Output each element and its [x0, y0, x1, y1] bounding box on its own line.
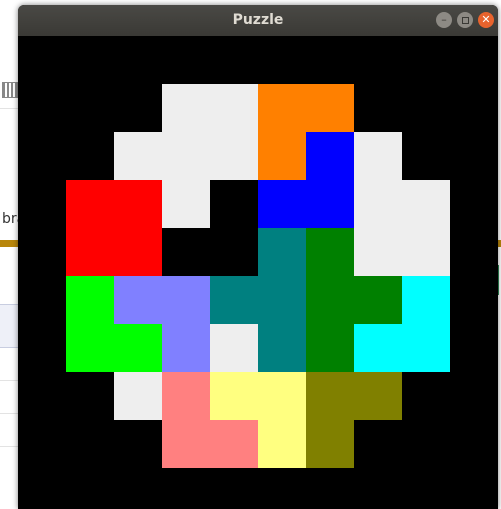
puzzle-cell-green[interactable]	[306, 228, 354, 276]
puzzle-cell-white[interactable]	[354, 132, 402, 180]
puzzle-cell-cyan[interactable]	[402, 276, 450, 324]
puzzle-cell-orange[interactable]	[258, 132, 306, 180]
puzzle-cell-pink[interactable]	[162, 420, 210, 468]
puzzle-cell-blue[interactable]	[258, 180, 306, 228]
puzzle-cell-lime[interactable]	[66, 324, 114, 372]
puzzle-cell-white[interactable]	[162, 84, 210, 132]
puzzle-cell-teal[interactable]	[258, 228, 306, 276]
background-progress-bar	[0, 240, 18, 247]
puzzle-cell-periwinkle[interactable]	[114, 276, 162, 324]
puzzle-cell-white[interactable]	[114, 132, 162, 180]
puzzle-cell-orange[interactable]	[306, 84, 354, 132]
divider	[0, 413, 18, 414]
puzzle-cell-white[interactable]	[210, 84, 258, 132]
puzzle-cell-teal[interactable]	[258, 276, 306, 324]
puzzle-cell-red[interactable]	[66, 180, 114, 228]
close-icon: ✕	[481, 13, 491, 26]
puzzle-cell-pink[interactable]	[210, 420, 258, 468]
background-selected-row	[0, 304, 18, 348]
puzzle-cell-lime[interactable]	[66, 276, 114, 324]
puzzle-window: Puzzle – ✕	[18, 5, 498, 509]
puzzle-cell-red[interactable]	[114, 180, 162, 228]
maximize-button[interactable]	[457, 12, 473, 28]
puzzle-cell-teal[interactable]	[258, 324, 306, 372]
puzzle-board[interactable]	[18, 36, 498, 509]
puzzle-cell-white[interactable]	[402, 180, 450, 228]
puzzle-cell-blue[interactable]	[306, 180, 354, 228]
toolbar-icon	[2, 82, 18, 98]
puzzle-cell-green[interactable]	[306, 276, 354, 324]
window-title: Puzzle	[232, 12, 284, 28]
divider	[0, 446, 18, 447]
puzzle-cell-red[interactable]	[114, 228, 162, 276]
divider	[0, 108, 18, 109]
puzzle-cell-white[interactable]	[162, 180, 210, 228]
puzzle-cell-pink[interactable]	[162, 372, 210, 420]
close-button[interactable]: ✕	[478, 12, 494, 28]
puzzle-cell-periwinkle[interactable]	[162, 324, 210, 372]
puzzle-cell-olive[interactable]	[306, 372, 354, 420]
puzzle-cell-white[interactable]	[354, 180, 402, 228]
puzzle-cell-lime[interactable]	[114, 324, 162, 372]
puzzle-cell-yellow[interactable]	[258, 420, 306, 468]
maximize-icon	[461, 16, 469, 24]
puzzle-cell-white[interactable]	[354, 228, 402, 276]
puzzle-cell-white[interactable]	[210, 324, 258, 372]
puzzle-cell-cyan[interactable]	[354, 324, 402, 372]
puzzle-cell-white[interactable]	[162, 132, 210, 180]
puzzle-cell-red[interactable]	[66, 228, 114, 276]
minimize-button[interactable]: –	[436, 12, 452, 28]
puzzle-cell-cyan[interactable]	[402, 324, 450, 372]
puzzle-cell-green[interactable]	[354, 276, 402, 324]
puzzle-cell-periwinkle[interactable]	[162, 276, 210, 324]
puzzle-cell-white[interactable]	[402, 228, 450, 276]
puzzle-cell-green[interactable]	[306, 324, 354, 372]
minimize-icon: –	[441, 13, 447, 26]
divider	[0, 380, 18, 381]
titlebar[interactable]: Puzzle – ✕	[18, 5, 498, 36]
puzzle-cell-teal[interactable]	[210, 276, 258, 324]
puzzle-cell-white[interactable]	[210, 132, 258, 180]
puzzle-cell-olive[interactable]	[306, 420, 354, 468]
puzzle-cell-white[interactable]	[114, 372, 162, 420]
puzzle-cell-blue[interactable]	[306, 132, 354, 180]
puzzle-cell-olive[interactable]	[354, 372, 402, 420]
puzzle-cell-yellow[interactable]	[210, 372, 258, 420]
puzzle-cell-yellow[interactable]	[258, 372, 306, 420]
puzzle-cell-orange[interactable]	[258, 84, 306, 132]
